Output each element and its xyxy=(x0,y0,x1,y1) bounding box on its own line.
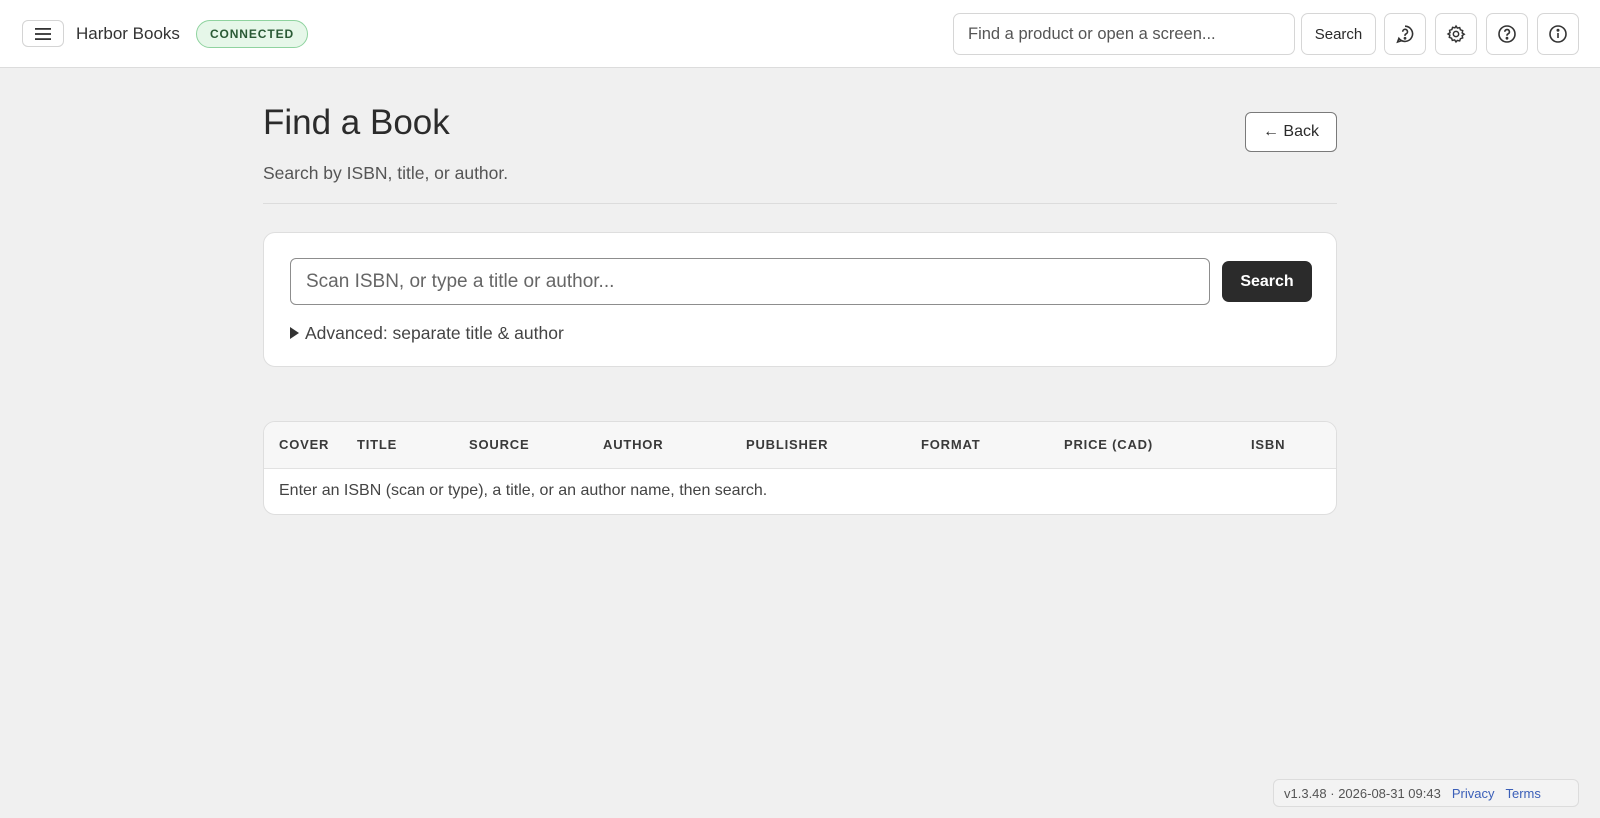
info-button[interactable] xyxy=(1537,13,1579,55)
results-table: COVER TITLE SOURCE AUTHOR PUBLISHER FORM… xyxy=(263,421,1337,515)
help-button[interactable] xyxy=(1486,13,1528,55)
status-badge: CONNECTED xyxy=(196,20,308,48)
info-icon xyxy=(1549,25,1567,43)
version-footer: v1.3.48 · 2026-08-31 09:43 Privacy Terms xyxy=(1273,779,1579,807)
version-info: v1.3.48 · 2026-08-31 09:43 xyxy=(1284,785,1441,801)
results-empty-message: Enter an ISBN (scan or type), a title, o… xyxy=(279,482,768,499)
global-search-input[interactable] xyxy=(953,13,1295,55)
column-header-cover: COVER xyxy=(279,437,330,452)
assistant-icon xyxy=(1396,25,1414,44)
book-search-button[interactable]: Search xyxy=(1222,261,1312,302)
brand-name: Harbor Books xyxy=(76,24,180,43)
back-button[interactable]: ← Back xyxy=(1245,112,1337,152)
column-header-price: PRICE (CAD) xyxy=(1064,437,1153,452)
header-divider xyxy=(263,203,1337,204)
page-title: Find a Book xyxy=(263,103,450,142)
column-header-isbn: ISBN xyxy=(1251,437,1286,452)
menu-button[interactable] xyxy=(22,20,64,47)
settings-button[interactable] xyxy=(1435,13,1477,55)
help-icon xyxy=(1498,25,1516,43)
gear-icon xyxy=(1446,24,1466,44)
column-header-title: TITLE xyxy=(357,437,398,452)
terms-link[interactable]: Terms xyxy=(1505,786,1540,801)
global-search-button[interactable]: Search xyxy=(1301,13,1376,55)
column-header-format: FORMAT xyxy=(921,437,981,452)
column-header-source: SOURCE xyxy=(469,437,530,452)
results-table-header: COVER TITLE SOURCE AUTHOR PUBLISHER FORM… xyxy=(264,422,1336,469)
page-subtitle: Search by ISBN, title, or author. xyxy=(263,163,509,183)
disclosure-triangle-icon xyxy=(290,327,299,339)
book-search-input[interactable] xyxy=(290,258,1210,305)
advanced-search-label: Advanced: separate title & author xyxy=(305,322,564,343)
menu-icon xyxy=(35,27,51,40)
top-bar: Harbor Books CONNECTED Search xyxy=(0,0,1600,68)
book-search-card: Search Advanced: separate title & author xyxy=(263,232,1337,367)
assistant-button[interactable] xyxy=(1384,13,1426,55)
advanced-search-toggle[interactable]: Advanced: separate title & author xyxy=(290,321,564,345)
column-header-author: AUTHOR xyxy=(603,437,664,452)
column-header-publisher: PUBLISHER xyxy=(746,437,829,452)
privacy-link[interactable]: Privacy xyxy=(1452,786,1495,801)
